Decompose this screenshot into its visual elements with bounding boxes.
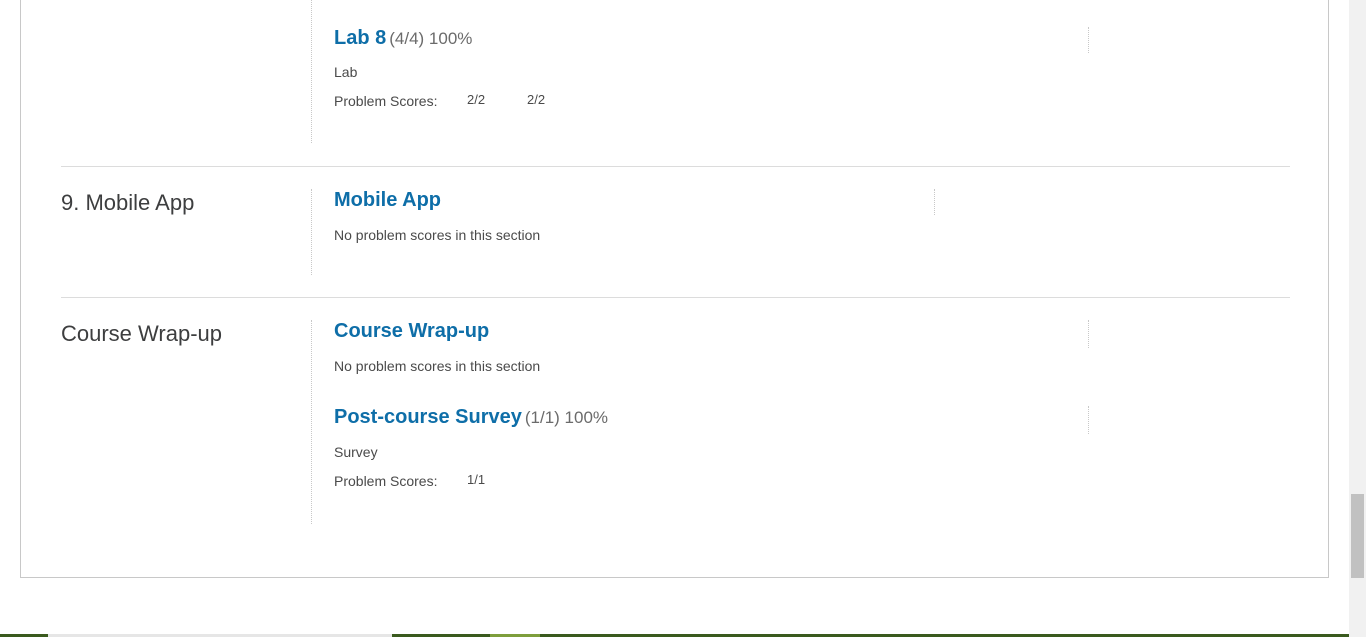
vertical-scrollbar[interactable] bbox=[1349, 0, 1366, 637]
mobile-app-heading: Mobile App bbox=[334, 189, 441, 212]
section-divider bbox=[1088, 320, 1089, 348]
course-wrap-up-link[interactable]: Course Wrap-up bbox=[334, 320, 489, 342]
lab8-link[interactable]: Lab 8 bbox=[334, 27, 386, 49]
mobile-app-link[interactable]: Mobile App bbox=[334, 189, 441, 211]
chapter-title-mobile-app: 9. Mobile App bbox=[61, 190, 195, 215]
chapter-title-course-wrap-up: Course Wrap-up bbox=[61, 321, 222, 346]
survey-type: Survey bbox=[334, 444, 378, 460]
lab8-type: Lab bbox=[334, 64, 358, 80]
lab8-problem-scores-label: Problem Scores: bbox=[334, 93, 438, 109]
chapter-separator bbox=[61, 166, 1290, 167]
lab8-heading: Lab 8 (4/4) 100% bbox=[334, 27, 472, 50]
mobile-app-note: No problem scores in this section bbox=[334, 227, 541, 243]
lab8-score-1: 2/2 bbox=[467, 92, 486, 107]
course-wrap-up-note: No problem scores in this section bbox=[334, 358, 541, 374]
section-divider bbox=[934, 189, 935, 215]
section-divider bbox=[311, 0, 312, 143]
course-wrap-up-heading: Course Wrap-up bbox=[334, 320, 489, 343]
section-divider bbox=[1088, 27, 1089, 53]
lab8-score-2: 2/2 bbox=[527, 92, 546, 107]
scrollbar-thumb[interactable] bbox=[1351, 494, 1364, 578]
lab8-score: (4/4) 100% bbox=[389, 29, 473, 48]
survey-score: (1/1) 100% bbox=[524, 408, 609, 427]
chapter-separator bbox=[61, 297, 1290, 298]
progress-card bbox=[20, 0, 1329, 578]
survey-heading: Post-course Survey (1/1) 100% bbox=[334, 406, 608, 429]
survey-score-1: 1/1 bbox=[467, 472, 486, 487]
survey-link[interactable]: Post-course Survey bbox=[334, 406, 522, 428]
survey-problem-scores-label: Problem Scores: bbox=[334, 473, 438, 489]
section-divider bbox=[311, 320, 312, 524]
section-divider bbox=[1088, 406, 1089, 434]
section-divider bbox=[311, 189, 312, 275]
